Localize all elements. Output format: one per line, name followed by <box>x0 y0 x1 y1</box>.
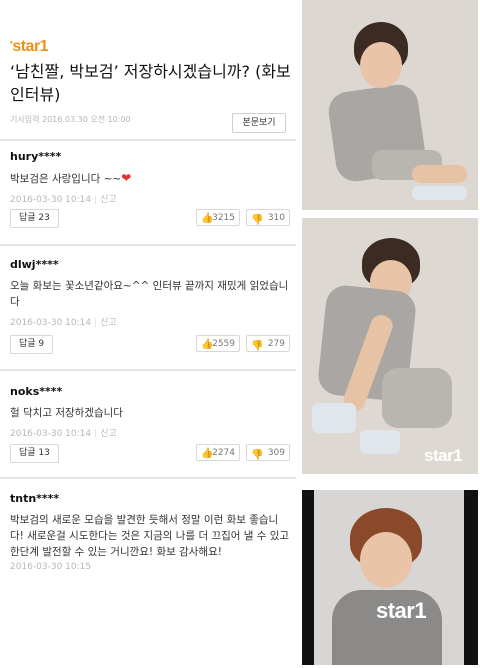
comment-panel: •star1 ‘남친짤, 박보검’ 저장하시겠습니까? (화보 인터뷰) 기사입… <box>0 0 296 668</box>
comment-meta: 2016-03-30 10:14 | 신고 <box>10 195 117 205</box>
thumbs-up-icon: 👍 <box>201 213 214 224</box>
photo-2: star1 <box>302 218 478 474</box>
view-original-button[interactable]: 본문보기 <box>232 113 286 133</box>
comment-item: hury**** 박보검은 사랑입니다 ~~❤ 2016-03-30 10:14… <box>10 150 292 240</box>
dislike-button[interactable]: 👍 310 <box>246 209 290 226</box>
comment-item: noks**** 헐 닥치고 저장하겠습니다 2016-03-30 10:14 |… <box>10 385 292 475</box>
like-button[interactable]: 👍 3215 <box>196 209 240 226</box>
watermark: star1 <box>376 598 427 623</box>
thumbs-down-icon: 👍 <box>251 339 264 350</box>
photo-3: star1 <box>302 490 478 665</box>
comment-meta: 2016-03-30 10:14 | 신고 <box>10 318 117 328</box>
divider <box>0 477 296 479</box>
comment-text: 박보검의 새로운 모습을 발견한 듯해서 정말 이런 화보 좋습니다! 새로운걸… <box>10 514 290 558</box>
thumbs-down-icon: 👍 <box>251 213 264 224</box>
comment-author: noks**** <box>10 385 63 398</box>
divider <box>0 369 296 371</box>
like-button[interactable]: 👍 2559 <box>196 335 240 352</box>
like-button[interactable]: 👍 2274 <box>196 444 240 461</box>
reply-button[interactable]: 답글 13 <box>10 444 59 463</box>
source-logo: •star1 <box>10 38 49 55</box>
heart-icon: ❤ <box>121 171 132 185</box>
comment-item: dlwj**** 오늘 화보는 꽃소년같아요~^^ 인터뷰 끝까지 재밌게 읽었… <box>10 258 292 358</box>
thumbs-up-icon: 👍 <box>201 448 214 459</box>
comment-item: tntn**** 박보검의 새로운 모습을 발견한 듯해서 정말 이런 화보 좋… <box>10 492 292 592</box>
article-title: ‘남친짤, 박보검’ 저장하시겠습니까? (화보 인터뷰) <box>10 62 291 104</box>
comment-meta: 2016-03-30 10:14 | 신고 <box>10 429 117 439</box>
comment-meta: 2016-03-30 10:15 <box>10 562 92 572</box>
article-meta: 기사입력 2016.03.30 오전 10:00 <box>10 115 131 124</box>
comment-author: tntn**** <box>10 492 60 505</box>
comment-author: hury**** <box>10 150 62 163</box>
thumbs-down-icon: 👍 <box>251 448 264 459</box>
divider <box>0 139 296 141</box>
comment-text: 오늘 화보는 꽃소년같아요~^^ 인터뷰 끝까지 재밌게 읽었습니다 <box>10 280 289 308</box>
dislike-button[interactable]: 👍 279 <box>246 335 290 352</box>
divider <box>0 244 296 246</box>
report-link[interactable]: 신고 <box>100 195 117 205</box>
comment-text: 박보검은 사랑입니다 ~~❤ <box>10 171 132 185</box>
watermark: star1 <box>424 446 463 465</box>
reply-button[interactable]: 답글 9 <box>10 335 54 354</box>
comment-author: dlwj**** <box>10 258 59 271</box>
thumbs-up-icon: 👍 <box>201 339 214 350</box>
report-link[interactable]: 신고 <box>100 429 117 439</box>
photo-1 <box>302 0 478 210</box>
report-link[interactable]: 신고 <box>100 318 117 328</box>
comment-text: 헐 닥치고 저장하겠습니다 <box>10 407 123 419</box>
reply-button[interactable]: 답글 23 <box>10 209 59 228</box>
dislike-button[interactable]: 👍 309 <box>246 444 290 461</box>
